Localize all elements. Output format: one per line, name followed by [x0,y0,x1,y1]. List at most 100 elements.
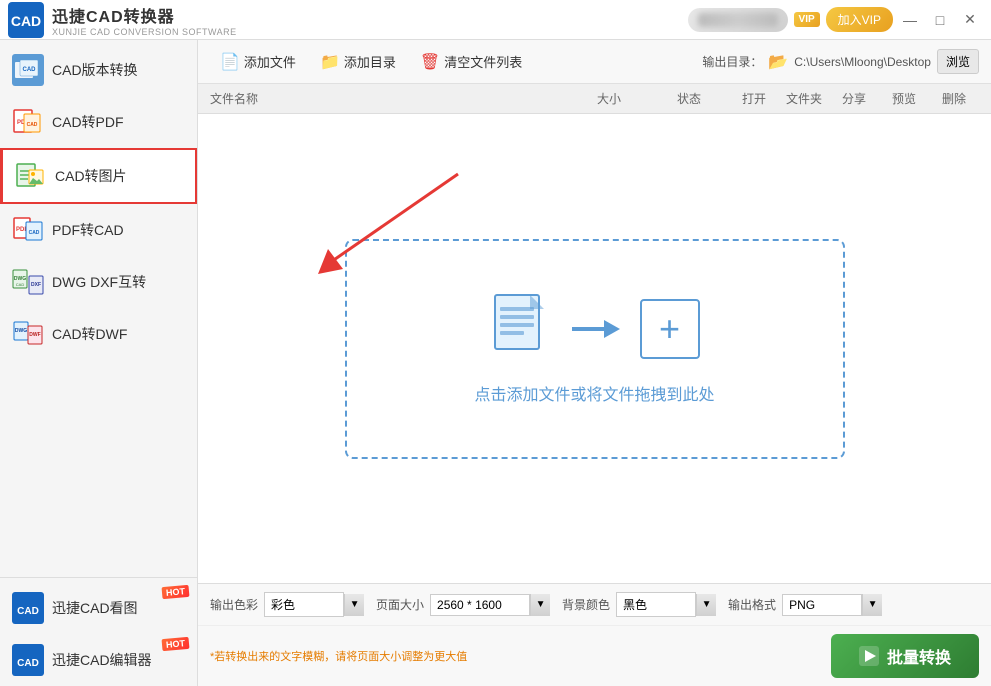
output-format-setting-group: 输出格式 PNG ▼ [728,594,882,616]
svg-text:CAD: CAD [27,122,38,128]
file-list-header: 文件名称 大小 状态 打开 文件夹 分享 预览 删除 [198,84,991,114]
cad-dwf-icon: DWG DWF [12,318,44,350]
join-vip-button[interactable]: 加入VIP [826,7,893,32]
convert-button[interactable]: 批量转换 [831,634,979,678]
page-size-select[interactable]: 2560 * 1600 ▼ [430,594,550,616]
color-setting-group: 输出色彩 彩色 ▼ [210,592,364,617]
sidebar-item-cad-version[interactable]: CAD CAD版本转换 [0,44,197,96]
plus-icon: + [659,311,680,347]
output-format-dropdown-arrow[interactable]: ▼ [862,594,882,616]
col-open-header: 打开 [729,90,779,107]
drop-zone[interactable]: + 点击添加文件或将文件拖拽到此处 [345,239,845,459]
bg-color-label: 背景颜色 [562,596,610,613]
sidebar-item-cad-viewer-label: 迅捷CAD看图 [52,598,138,618]
title-text: 迅捷CAD转换器 XUNJIE CAD CONVERSION SOFTWARE [52,3,237,37]
clear-list-icon: 🗑 [420,52,440,72]
col-delete-header: 删除 [929,90,979,107]
svg-text:DWG: DWG [15,328,27,334]
sidebar-item-pdf-cad[interactable]: PDF CAD PDF转CAD [0,204,197,256]
browse-button[interactable]: 浏览 [937,49,979,74]
svg-text:DWF: DWF [29,332,40,338]
title-controls: VIP 加入VIP — □ ✕ [688,0,983,39]
add-folder-button[interactable]: 📁 添加目录 [310,47,406,77]
color-dropdown-arrow[interactable]: ▼ [344,594,364,616]
page-size-setting-group: 页面大小 2560 * 1600 ▼ [376,594,550,616]
sidebar-item-cad-viewer[interactable]: CAD 迅捷CAD看图 HOT [0,582,197,634]
sidebar-item-pdf-cad-label: PDF转CAD [52,220,124,240]
col-name-header: 文件名称 [210,90,569,107]
add-file-label: 添加文件 [244,52,296,71]
svg-text:CAD: CAD [16,282,25,287]
drop-zone-text: 点击添加文件或将文件拖拽到此处 [474,381,714,405]
vip-name-box [688,8,788,32]
hint-text: *若转换出来的文字模糊，请将页面大小调整为更大值 [210,648,467,664]
sidebar-item-cad-editor-label: 迅捷CAD编辑器 [52,650,152,670]
col-status-header: 状态 [649,90,729,107]
bg-color-value: 黑色 [616,592,696,617]
hot-badge-editor: HOT [162,637,190,651]
plus-icon-box: + [640,299,700,359]
sidebar-bottom: CAD 迅捷CAD看图 HOT CAD 迅捷CAD编辑器 HOT [0,577,197,686]
vip-badge: VIP [794,12,820,27]
page-size-value: 2560 * 1600 [430,594,530,616]
color-label: 输出色彩 [210,596,258,613]
app-logo: CAD [8,2,44,38]
sidebar-item-cad-pdf-label: CAD转PDF [52,112,124,132]
clear-list-button[interactable]: 🗑 清空文件列表 [410,47,532,77]
clear-list-label: 清空文件列表 [444,52,522,71]
bg-color-dropdown-arrow[interactable]: ▼ [696,594,716,616]
sidebar-item-cad-dwf[interactable]: DWG DWF CAD转DWF [0,308,197,360]
col-size-header: 大小 [569,90,649,107]
output-format-select[interactable]: PNG ▼ [782,594,882,616]
col-preview-header: 预览 [879,90,929,107]
vip-name-blur [698,13,778,27]
cad-viewer-icon: CAD [12,592,44,624]
toolbar: 📄 添加文件 📁 添加目录 🗑 清空文件列表 输出目录： 📂 C:\Users\… [198,40,991,84]
maximize-button[interactable]: □ [927,7,953,33]
page-size-dropdown-arrow[interactable]: ▼ [530,594,550,616]
close-button[interactable]: ✕ [957,7,983,33]
sidebar-item-dwg-dxf[interactable]: DWG CAD DXF DWG DXF互转 [0,256,197,308]
svg-text:CAD: CAD [17,606,39,617]
output-dir-label: 输出目录： [702,53,762,70]
add-folder-icon: 📁 [320,52,340,72]
add-folder-label: 添加目录 [344,52,396,71]
document-icon [490,293,550,365]
sidebar-item-cad-editor[interactable]: CAD 迅捷CAD编辑器 HOT [0,634,197,686]
page-size-label: 页面大小 [376,596,424,613]
minimize-button[interactable]: — [897,7,923,33]
dwg-dxf-icon: DWG CAD DXF [12,266,44,298]
cad-pdf-icon: PDF CAD [12,106,44,138]
svg-text:DXF: DXF [31,282,41,288]
sidebar-item-cad-dwf-label: CAD转DWF [52,324,127,344]
svg-text:CAD: CAD [29,230,40,236]
main-layout: CAD CAD版本转换 PDF CAD CAD转PDF [0,40,991,686]
bottom-bar: 输出色彩 彩色 ▼ 页面大小 2560 * 1600 ▼ 背景颜色 [198,583,991,686]
cad-editor-icon: CAD [12,644,44,676]
sidebar-item-cad-img[interactable]: CAD转图片 [0,148,197,204]
col-share-header: 分享 [829,90,879,107]
title-bar: CAD 迅捷CAD转换器 XUNJIE CAD CONVERSION SOFTW… [0,0,991,40]
sidebar-item-cad-img-label: CAD转图片 [55,166,127,186]
output-path: C:\Users\Mloong\Desktop [794,55,931,69]
color-value: 彩色 [264,592,344,617]
svg-text:CAD: CAD [23,67,37,73]
right-arrow-icon [570,314,620,344]
bg-color-select[interactable]: 黑色 ▼ [616,592,716,617]
svg-text:CAD: CAD [11,13,41,29]
cad-img-icon [15,160,47,192]
play-icon [859,646,879,666]
output-format-label: 输出格式 [728,596,776,613]
folder-icon: 📂 [768,52,788,72]
vip-bar: VIP 加入VIP [688,7,893,32]
sidebar-item-cad-version-label: CAD版本转换 [52,60,138,80]
add-file-button[interactable]: 📄 添加文件 [210,47,306,77]
color-select[interactable]: 彩色 ▼ [264,592,364,617]
cad-version-icon: CAD [12,54,44,86]
sidebar-item-cad-pdf[interactable]: PDF CAD CAD转PDF [0,96,197,148]
col-folder-header: 文件夹 [779,90,829,107]
hot-badge-viewer: HOT [162,585,190,599]
output-format-value: PNG [782,594,862,616]
app-sub: XUNJIE CAD CONVERSION SOFTWARE [52,27,237,37]
sidebar: CAD CAD版本转换 PDF CAD CAD转PDF [0,40,198,686]
